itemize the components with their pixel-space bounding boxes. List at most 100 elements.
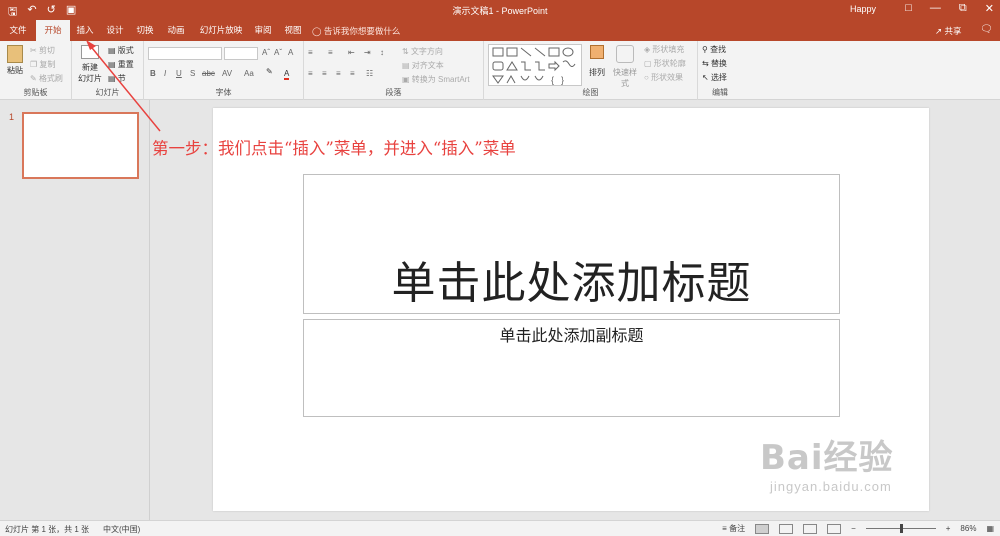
text-direction-button[interactable]: ⇅ 文字方向 xyxy=(402,46,443,57)
zoom-slider[interactable] xyxy=(865,524,936,533)
shrink-font-button[interactable]: Aˇ xyxy=(274,48,282,57)
strikethrough-button[interactable]: abc xyxy=(202,69,215,78)
format-painter-button[interactable]: ✎ 格式刷 xyxy=(30,73,63,84)
tab-home[interactable]: 开始 xyxy=(36,20,70,41)
zoom-level[interactable]: 86% xyxy=(960,524,976,533)
layout-button[interactable]: ▤ 版式 xyxy=(108,45,134,56)
smartart-button[interactable]: ▣ 转换为 SmartArt xyxy=(402,74,470,85)
justify-button[interactable]: ≡ xyxy=(350,69,355,78)
arrange-label: 排列 xyxy=(589,68,605,77)
share-icon: ↗ xyxy=(935,26,943,36)
paste-button[interactable]: 粘贴 xyxy=(4,45,26,76)
replace-label: 替换 xyxy=(710,59,727,68)
subtitle-placeholder[interactable]: 单击此处添加副标题 xyxy=(303,319,840,417)
zoom-out-button[interactable]: − xyxy=(851,524,856,533)
cut-button[interactable]: ✂ 剪切 xyxy=(30,45,55,56)
bullets-button[interactable]: ≡ xyxy=(308,48,313,57)
svg-text:}: } xyxy=(561,75,564,85)
columns-button[interactable]: ☷ xyxy=(366,69,373,78)
zoom-in-button[interactable]: + xyxy=(946,524,951,533)
reading-view-button[interactable] xyxy=(803,523,818,534)
copy-button[interactable]: ❐ 复制 xyxy=(30,59,55,70)
underline-button[interactable]: U xyxy=(176,69,182,78)
line-spacing-button[interactable]: ↕ xyxy=(380,48,384,57)
notes-label: 备注 xyxy=(729,524,746,533)
tab-design[interactable]: 设计 xyxy=(102,20,128,41)
font-size-dropdown[interactable] xyxy=(224,47,258,60)
window-controls: □ — ⧉ ✕ xyxy=(905,2,994,15)
comment-icon[interactable]: 🗨 xyxy=(980,24,993,35)
reset-label: 重置 xyxy=(117,60,134,69)
decrease-indent-button[interactable]: ⇤ xyxy=(348,48,355,57)
watermark-brand: Bai经验 xyxy=(760,438,894,478)
change-case-button[interactable]: Aa xyxy=(244,69,254,78)
minimize-icon[interactable]: — xyxy=(930,2,941,15)
new-slide-button[interactable]: 新建 幻灯片 xyxy=(76,45,104,84)
section-button[interactable]: ▤ 节 xyxy=(108,73,126,84)
numbering-button[interactable]: ≡ xyxy=(328,48,333,57)
share-button[interactable]: ↗ 共享 xyxy=(935,25,962,37)
paste-label: 粘贴 xyxy=(7,66,23,75)
reset-button[interactable]: ▤ 重置 xyxy=(108,59,134,70)
shadow-button[interactable]: S xyxy=(190,69,195,78)
new-slide-label: 新建 xyxy=(82,63,98,72)
fit-to-window-icon[interactable]: ▦ xyxy=(986,524,994,533)
increase-indent-button[interactable]: ⇥ xyxy=(364,48,371,57)
shape-fill-button[interactable]: ◈ 形状填充 xyxy=(644,44,684,55)
slide-sorter-view-button[interactable] xyxy=(779,523,794,534)
restore-ribbon-icon[interactable]: □ xyxy=(905,2,912,15)
normal-view-button[interactable] xyxy=(755,523,770,534)
grow-font-button[interactable]: Aˆ xyxy=(262,48,270,57)
align-right-button[interactable]: ≡ xyxy=(336,69,341,78)
text-direction-label: 文字方向 xyxy=(410,47,443,56)
tell-me-box[interactable]: ◯ 告诉我你想要做什么 xyxy=(312,25,400,37)
shapes-gallery-icons: { } xyxy=(492,47,576,85)
align-left-button[interactable]: ≡ xyxy=(308,69,313,78)
align-center-button[interactable]: ≡ xyxy=(322,69,327,78)
shape-effects-button[interactable]: ○ 形状效果 xyxy=(644,72,683,83)
clipboard-group-label: 剪贴板 xyxy=(23,88,48,97)
maximize-icon[interactable]: ⧉ xyxy=(959,2,967,15)
tab-slideshow[interactable]: 幻灯片放映 xyxy=(196,20,246,41)
italic-button[interactable]: I xyxy=(164,69,166,78)
drawing-group-label: 绘图 xyxy=(582,88,599,97)
tab-view[interactable]: 视图 xyxy=(280,20,306,41)
clear-format-button[interactable]: A xyxy=(288,48,293,57)
slide-thumbnail[interactable] xyxy=(22,112,139,179)
svg-text:{: { xyxy=(551,75,554,85)
slide-number: 1 xyxy=(9,112,15,122)
title-placeholder[interactable]: 单击此处添加标题 xyxy=(303,174,840,314)
tab-review[interactable]: 审阅 xyxy=(250,20,276,41)
language-status[interactable]: 中文(中国) xyxy=(103,524,140,535)
zoom-slider-thumb[interactable] xyxy=(899,524,903,533)
bold-button[interactable]: B xyxy=(150,69,156,78)
shapes-gallery[interactable]: { } xyxy=(488,44,582,86)
find-label: 查找 xyxy=(710,45,727,54)
font-name-dropdown[interactable] xyxy=(148,47,222,60)
paragraph-group-label: 段落 xyxy=(385,88,402,97)
align-text-button[interactable]: ▤ 对齐文本 xyxy=(402,60,444,71)
arrange-button[interactable]: 排列 xyxy=(586,45,608,78)
notes-button[interactable]: ≡ 备注 xyxy=(722,523,745,534)
paragraph-group: ≡ ≡ ⇤ ⇥ ↕ ⇅ 文字方向 ▤ 对齐文本 ▣ 转换为 SmartArt ≡… xyxy=(304,41,484,100)
close-icon[interactable]: ✕ xyxy=(985,2,994,15)
highlight-button[interactable]: ✎ xyxy=(266,67,273,76)
shape-outline-button[interactable]: ▢ 形状轮廓 xyxy=(644,58,686,69)
tab-insert[interactable]: 插入 xyxy=(72,20,98,41)
cursor-icon: ↖ xyxy=(702,73,709,82)
select-button[interactable]: ↖ 选择 xyxy=(702,72,727,83)
font-color-button[interactable]: A xyxy=(284,69,290,80)
char-spacing-button[interactable]: AV xyxy=(222,69,232,78)
tab-transitions[interactable]: 切换 xyxy=(132,20,158,41)
slideshow-view-button[interactable] xyxy=(827,523,842,534)
notes-icon: ≡ xyxy=(722,524,727,533)
replace-button[interactable]: ⇆ 替换 xyxy=(702,58,727,69)
status-bar: 幻灯片 第 1 张，共 1 张 中文(中国) ≡ 备注 − + 86% ▦ xyxy=(0,520,1000,536)
smartart-label: 转换为 SmartArt xyxy=(411,75,470,84)
quick-styles-button[interactable]: 快速样式 xyxy=(610,45,640,89)
tab-file[interactable]: 文件 xyxy=(4,20,32,41)
editing-group-label: 编辑 xyxy=(712,88,728,97)
find-button[interactable]: ⚲ 查找 xyxy=(702,44,726,55)
tab-animations[interactable]: 动画 xyxy=(162,20,190,41)
user-name[interactable]: Happy xyxy=(850,4,876,14)
